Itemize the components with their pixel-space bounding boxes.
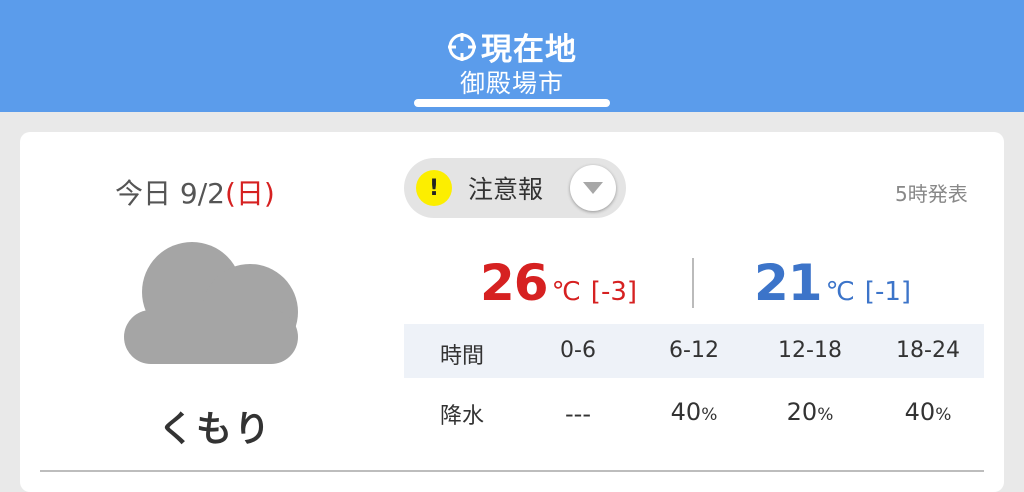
temp-divider xyxy=(692,258,694,308)
period-3: 18-24 xyxy=(896,338,960,363)
advisory-label: 注意報 xyxy=(468,175,544,204)
date-weekday: (日) xyxy=(224,177,275,210)
city-name: 御殿場市 xyxy=(459,69,564,98)
section-divider xyxy=(40,470,984,472)
active-tab-indicator xyxy=(414,99,610,107)
high-temp-diff: [-3] xyxy=(590,277,638,307)
location-header: 現在地 御殿場市 xyxy=(0,0,1024,112)
low-temp-value: 21 xyxy=(754,254,823,312)
precip-value-3: 40% xyxy=(904,398,952,426)
forecast-date: 今日 9/2(日) xyxy=(115,172,275,212)
high-temperature: 26 ℃ [-3] xyxy=(480,254,637,312)
precip-value-0: --- xyxy=(565,400,591,428)
issued-time: 5時発表 xyxy=(895,182,968,206)
period-2: 12-18 xyxy=(778,338,842,363)
low-temp-unit: ℃ xyxy=(825,277,855,307)
low-temperature: 21 ℃ [-1] xyxy=(754,254,911,312)
period-0: 0-6 xyxy=(560,338,596,363)
location-label: 現在地 xyxy=(481,32,577,68)
precip-value-2: 20% xyxy=(786,398,834,426)
low-temp-diff: [-1] xyxy=(864,277,912,307)
date-value: 9/2 xyxy=(179,177,225,210)
period-1: 6-12 xyxy=(669,338,719,363)
date-prefix: 今日 xyxy=(115,177,172,210)
precip-value-1: 40% xyxy=(670,398,718,426)
advisory-expand-button[interactable] xyxy=(570,165,616,211)
current-location-tab[interactable]: 現在地 xyxy=(0,24,1024,69)
warning-icon: ! xyxy=(416,170,452,206)
chevron-down-icon xyxy=(583,182,603,194)
weather-condition: くもり xyxy=(158,409,273,450)
high-temp-unit: ℃ xyxy=(551,277,581,307)
advisory-dropdown[interactable]: ! 注意報 xyxy=(404,158,626,218)
locate-icon xyxy=(448,32,476,61)
cloud-icon xyxy=(124,242,298,364)
high-temp-value: 26 xyxy=(480,254,549,312)
